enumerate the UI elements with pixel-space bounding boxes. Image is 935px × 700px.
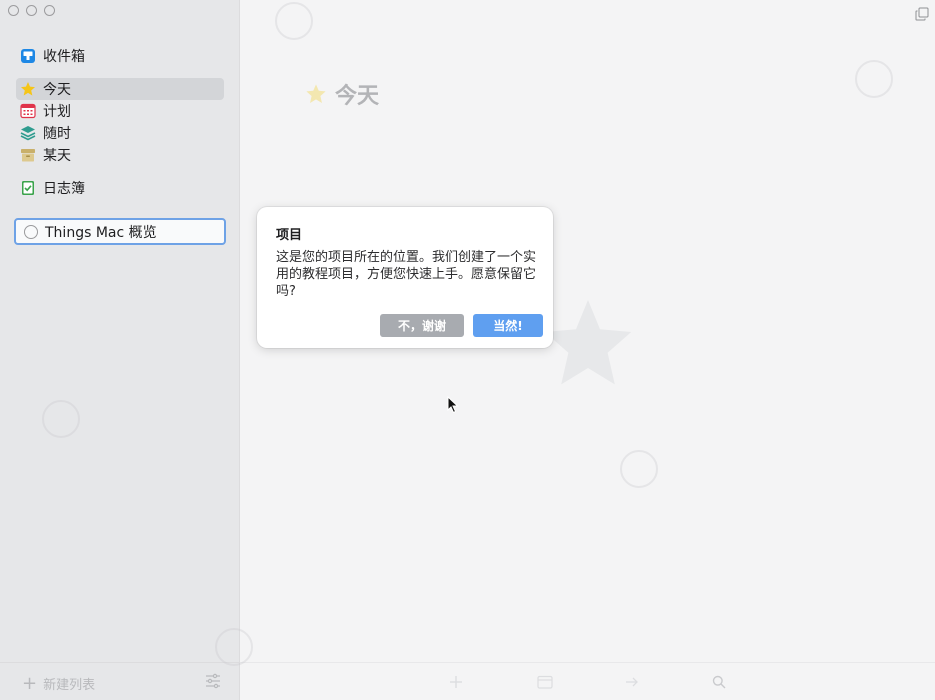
- calendar-icon: [20, 103, 36, 119]
- project-name-text: Things Mac 概览: [45, 224, 157, 241]
- sidebar-item-label: 日志簿: [43, 181, 85, 197]
- sidebar-item-someday[interactable]: 某天: [16, 144, 224, 166]
- layers-icon: [20, 125, 36, 141]
- sliders-icon[interactable]: [205, 673, 221, 689]
- star-icon: [305, 83, 327, 105]
- sidebar-item-inbox[interactable]: 收件箱: [16, 45, 224, 67]
- popover-message: 这是您的项目所在的位置。我们创建了一个实用的教程项目，方便您快速上手。愿意保留它…: [276, 250, 537, 299]
- project-progress-icon: [24, 224, 38, 239]
- new-list-label: 新建列表: [43, 678, 96, 693]
- star-icon: [20, 81, 36, 97]
- archive-box-icon: [20, 147, 36, 163]
- project-tip-popover: 项目 这是您的项目所在的位置。我们创建了一个实用的教程项目，方便您快速上手。愿意…: [257, 207, 553, 348]
- sidebar-item-label: 随时: [43, 126, 71, 142]
- plus-icon: +: [22, 672, 38, 694]
- calendar-icon[interactable]: [537, 674, 553, 690]
- window-controls: [8, 5, 55, 16]
- sidebar-footer: + 新建列表: [0, 662, 240, 700]
- sidebar-item-logbook[interactable]: 日志簿: [16, 177, 224, 199]
- add-todo-icon[interactable]: [448, 674, 464, 690]
- empty-state-star-icon: [540, 298, 636, 390]
- project-name-field[interactable]: Things Mac 概览: [14, 218, 226, 245]
- new-list-button[interactable]: + 新建列表: [22, 674, 95, 693]
- close-window-button[interactable]: [8, 5, 19, 16]
- sidebar-item-upcoming[interactable]: 计划: [16, 100, 224, 122]
- sidebar: 收件箱 今天 计划 随时 某天 日志簿 Things Mac 概览 + 新建列表: [0, 0, 240, 700]
- duplicate-window-icon[interactable]: [915, 6, 929, 21]
- app-window: 收件箱 今天 计划 随时 某天 日志簿 Things Mac 概览 + 新建列表…: [0, 0, 935, 700]
- logbook-icon: [20, 180, 36, 196]
- zoom-window-button[interactable]: [44, 5, 55, 16]
- minimize-window-button[interactable]: [26, 5, 37, 16]
- bottom-toolbar: [240, 662, 935, 700]
- page-title: 今天: [305, 78, 379, 110]
- popover-title: 项目: [276, 228, 303, 243]
- mouse-pointer-icon: [447, 395, 459, 414]
- sidebar-item-label: 某天: [43, 148, 71, 164]
- sidebar-item-label: 收件箱: [43, 49, 85, 65]
- inbox-icon: [20, 48, 36, 64]
- page-title-text: 今天: [335, 84, 380, 109]
- sidebar-item-label: 计划: [43, 104, 71, 120]
- main-content: 今天: [240, 0, 935, 700]
- sidebar-item-today[interactable]: 今天: [16, 78, 224, 100]
- sidebar-item-label: 今天: [43, 82, 71, 98]
- sidebar-item-anytime[interactable]: 随时: [16, 122, 224, 144]
- search-icon[interactable]: [711, 674, 727, 690]
- move-arrow-icon[interactable]: [624, 674, 640, 690]
- accept-button[interactable]: 当然!: [473, 314, 543, 337]
- decline-button[interactable]: 不，谢谢: [380, 314, 464, 337]
